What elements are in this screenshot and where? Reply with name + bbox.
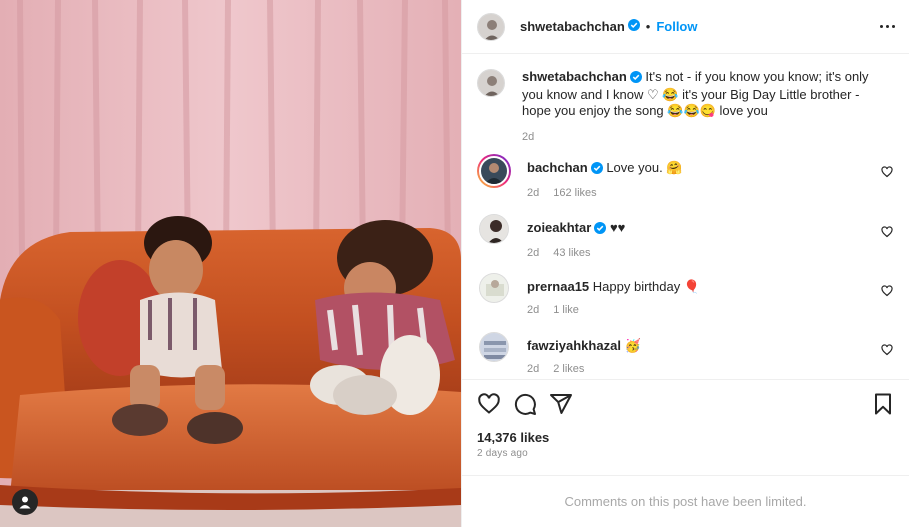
comment-likes[interactable]: 43 likes — [553, 247, 590, 259]
story-ring[interactable] — [477, 154, 511, 188]
comment-likes[interactable]: 1 like — [553, 304, 579, 316]
post-side-panel: shwetabachchan • Follow shwetabachchan I… — [461, 0, 909, 527]
comment-time: 2d — [527, 187, 540, 199]
comment-time: 2d — [527, 363, 540, 375]
post-header: shwetabachchan • Follow — [462, 0, 909, 54]
comment-likes[interactable]: 162 likes — [553, 187, 596, 199]
comment-like-heart-icon[interactable] — [881, 344, 893, 359]
separator-dot: • — [645, 19, 651, 34]
caption: shwetabachchan It's not - if you know yo… — [477, 55, 893, 145]
likes-count[interactable]: 14,376 likes — [477, 430, 895, 445]
comment-like-heart-icon[interactable] — [881, 226, 893, 241]
comment-icon[interactable] — [513, 392, 537, 416]
author-username[interactable]: shwetabachchan — [520, 19, 625, 34]
vintage-photo-children-on-sofa — [0, 0, 461, 527]
comment-item: zoieakhtar ♥♥ 2d 43 likes — [477, 214, 893, 259]
comment-like-heart-icon[interactable] — [881, 285, 893, 300]
post-actions: 14,376 likes 2 days ago — [462, 379, 909, 459]
avatar[interactable] — [477, 12, 505, 41]
verified-badge-icon — [629, 71, 642, 87]
comment-username[interactable]: prernaa15 — [527, 279, 589, 294]
caption-username[interactable]: shwetabachchan — [522, 69, 627, 84]
follow-button[interactable]: Follow — [656, 19, 697, 34]
verified-badge-icon — [627, 19, 640, 34]
comment-item: fawziyahkhazal 🥳 2d 2 likes — [477, 332, 893, 375]
avatar[interactable] — [479, 214, 509, 244]
more-options-icon[interactable] — [880, 25, 895, 28]
comment-text: 🥳 — [624, 338, 641, 353]
comment-time: 2d — [527, 304, 540, 316]
post-photo[interactable] — [0, 0, 461, 527]
verified-badge-icon — [594, 222, 607, 238]
comments-list[interactable]: shwetabachchan It's not - if you know yo… — [462, 55, 909, 379]
comments-limited-notice: Comments on this post have been limited. — [462, 475, 909, 527]
share-icon[interactable] — [549, 392, 573, 416]
bookmark-icon[interactable] — [871, 392, 895, 416]
verified-badge-icon — [590, 162, 603, 178]
comment-username[interactable]: fawziyahkhazal — [527, 338, 621, 353]
comment-item: bachchan Love you. 🤗 2d 162 likes — [477, 154, 893, 199]
avatar[interactable] — [479, 332, 509, 362]
like-heart-icon[interactable] — [477, 392, 501, 416]
comment-item: prernaa15 Happy birthday 🎈 2d 1 like — [477, 273, 893, 316]
avatar — [479, 156, 509, 186]
comment-text: ♥♥ — [609, 220, 626, 235]
comment-text: Happy birthday 🎈 — [592, 279, 701, 294]
avatar[interactable] — [479, 273, 509, 303]
comment-username[interactable]: zoieakhtar — [527, 220, 591, 235]
comment-likes[interactable]: 2 likes — [553, 363, 584, 375]
comment-time: 2d — [527, 247, 540, 259]
comment-text: Love you. 🤗 — [606, 160, 683, 175]
caption-time: 2d — [522, 131, 535, 143]
comment-like-heart-icon[interactable] — [881, 166, 893, 181]
post-age[interactable]: 2 days ago — [477, 448, 895, 459]
user-tag-icon[interactable] — [12, 489, 38, 515]
comment-username[interactable]: bachchan — [527, 160, 588, 175]
avatar[interactable] — [477, 69, 505, 97]
